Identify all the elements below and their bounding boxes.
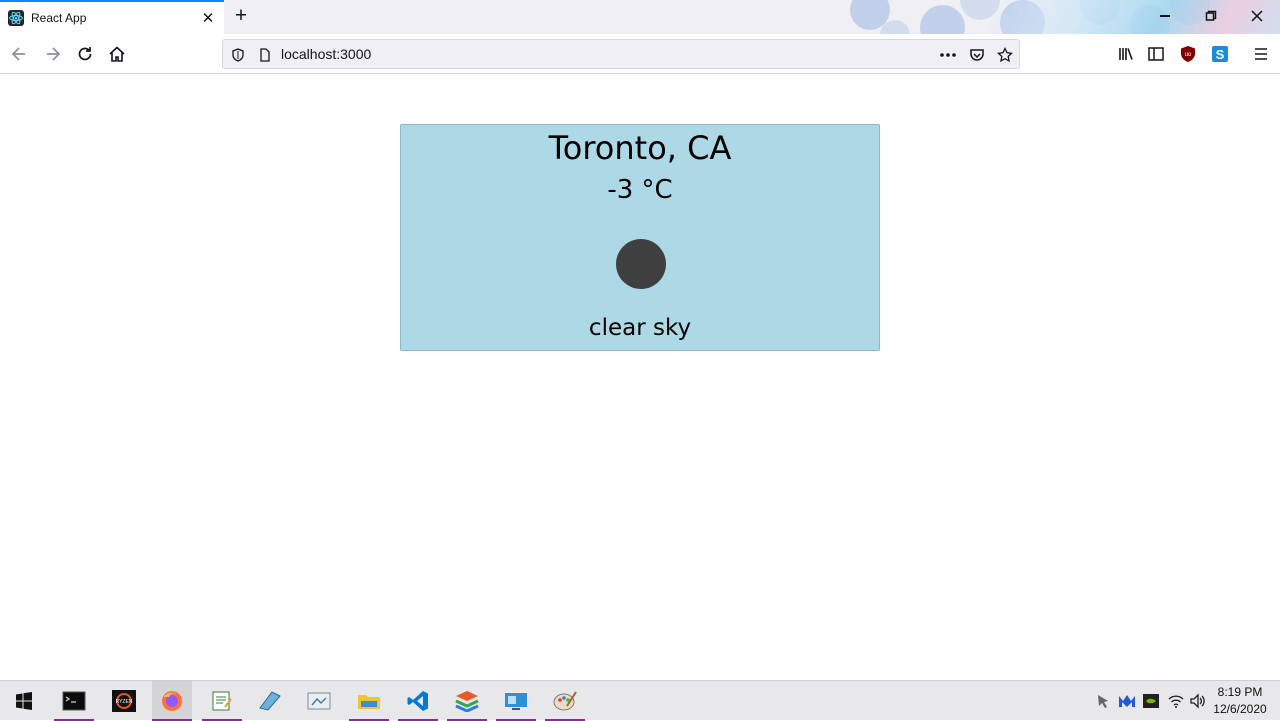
taskbar-ryzen-master[interactable]: RYZEN: [104, 681, 144, 721]
forward-button[interactable]: [39, 40, 67, 68]
ryzen-master-icon: RYZEN: [112, 690, 136, 712]
tray-hidden-icons[interactable]: [1093, 691, 1113, 711]
menu-button[interactable]: [1247, 40, 1275, 68]
taskbar-vscode[interactable]: [398, 681, 438, 721]
clock-date: 12/6/2020: [1213, 702, 1267, 716]
paint-palette-icon: [553, 691, 577, 711]
home-button[interactable]: [103, 40, 131, 68]
clock-time: 8:19 PM: [1217, 685, 1263, 699]
taskbar-notepad[interactable]: [202, 681, 242, 721]
taskbar-file-explorer[interactable]: [349, 681, 389, 721]
reload-button[interactable]: [71, 40, 99, 68]
firefox-icon: [162, 691, 182, 711]
browser-tab[interactable]: React App ✕: [0, 0, 224, 34]
ublock-button[interactable]: uo: [1174, 40, 1202, 68]
start-button[interactable]: [4, 681, 44, 721]
taskbar-layers-app[interactable]: [447, 681, 487, 721]
close-window-button[interactable]: [1242, 4, 1272, 28]
tray-malwarebytes[interactable]: [1117, 691, 1137, 711]
extension-s-icon: S: [1212, 46, 1228, 62]
address-bar[interactable]: localhost:3000: [222, 39, 1020, 69]
library-icon: [1119, 48, 1133, 60]
react-icon: [8, 10, 24, 26]
hamburger-menu-icon: [1255, 48, 1267, 60]
taskbar-remote-desktop[interactable]: [496, 681, 536, 721]
sidebar-button[interactable]: [1142, 40, 1170, 68]
minimize-button[interactable]: [1150, 4, 1180, 28]
browser-chrome: React App ✕ + localhost:3000 uo S: [0, 0, 1280, 74]
svg-text:S: S: [1216, 47, 1225, 62]
terminal-icon: [62, 691, 86, 711]
home-icon: [109, 46, 125, 62]
taskbar-paint[interactable]: [250, 681, 290, 721]
sidebar-icon: [1148, 47, 1164, 61]
forward-arrow-icon: [47, 47, 61, 61]
back-button[interactable]: [5, 40, 33, 68]
weather-card: Toronto, CA -3 °C clear sky: [400, 124, 880, 351]
new-tab-button[interactable]: +: [229, 4, 253, 28]
page-info-icon[interactable]: [256, 46, 274, 64]
restore-button[interactable]: [1196, 4, 1226, 28]
paint-icon: [259, 691, 281, 711]
vscode-icon: [407, 691, 428, 711]
back-arrow-icon: [11, 47, 25, 61]
taskbar-firefox[interactable]: [152, 681, 192, 721]
taskbar-terminal[interactable]: [54, 681, 94, 721]
ublock-origin-icon: uo: [1181, 46, 1195, 62]
weather-condition-icon: [616, 239, 666, 289]
taskbar-paint-palette[interactable]: [545, 681, 585, 721]
notepad-icon: [212, 691, 232, 711]
windows-taskbar: RYZEN 8:19 PM 12/6/2020: [0, 680, 1280, 721]
close-tab-icon[interactable]: ✕: [200, 9, 216, 27]
nvidia-icon: [1143, 694, 1159, 708]
file-explorer-icon: [358, 695, 380, 709]
tab-title: React App: [31, 11, 87, 25]
library-button[interactable]: [1112, 40, 1140, 68]
svg-text:uo: uo: [1185, 52, 1192, 58]
cursor-tray-icon: [1098, 695, 1108, 708]
tab-strip: React App ✕ +: [0, 0, 1280, 34]
layers-app-icon: [455, 691, 479, 712]
malwarebytes-icon: [1119, 695, 1135, 707]
taskbar-screenshot-tool[interactable]: [299, 681, 339, 721]
more-actions-icon[interactable]: [939, 46, 957, 64]
bookmark-star-icon[interactable]: [996, 46, 1014, 64]
weather-description: clear sky: [588, 315, 692, 341]
volume-icon: [1190, 693, 1205, 709]
wifi-icon: [1168, 695, 1184, 708]
system-clock[interactable]: 8:19 PM 12/6/2020: [1210, 684, 1270, 718]
reload-icon: [78, 47, 92, 61]
pocket-icon[interactable]: [968, 46, 986, 64]
tray-wifi[interactable]: [1166, 691, 1186, 711]
extension-button[interactable]: S: [1206, 40, 1234, 68]
url-text: localhost:3000: [281, 46, 372, 62]
screenshot-tool-icon: [307, 692, 331, 710]
start-icon: [16, 692, 32, 710]
temperature: -3 °C: [607, 175, 673, 205]
remote-desktop-icon: [505, 693, 527, 710]
tracking-shield-icon[interactable]: [229, 46, 247, 64]
svg-text:RYZEN: RYZEN: [116, 699, 133, 705]
page-viewport: Toronto, CA -3 °C clear sky: [0, 74, 1280, 680]
navigation-toolbar: localhost:3000 uo S: [0, 34, 1280, 74]
tray-nvidia[interactable]: [1141, 691, 1161, 711]
tray-volume[interactable]: [1188, 691, 1208, 711]
city-name: Toronto, CA: [548, 129, 732, 167]
